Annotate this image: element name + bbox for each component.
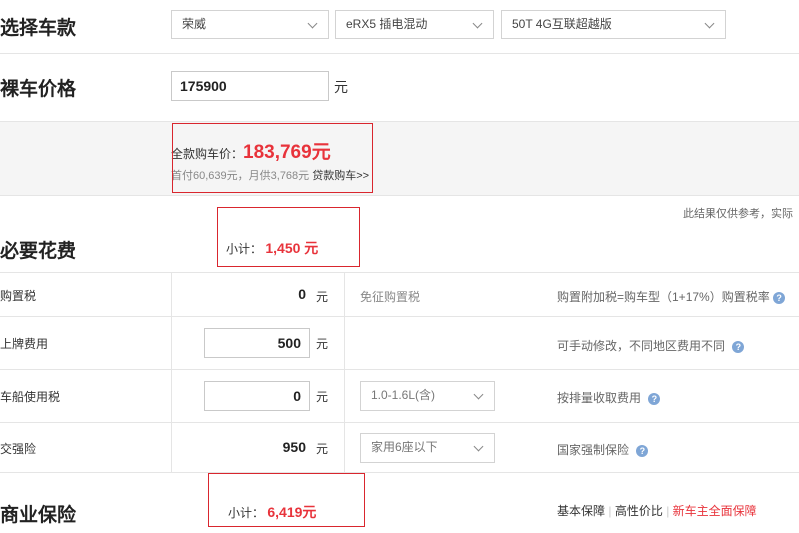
seats-select-value: 家用6座以下 — [371, 440, 438, 454]
registration-fee-input[interactable]: 500 — [204, 328, 310, 358]
price-title: 裸车价格 — [0, 79, 77, 100]
chevron-down-icon — [473, 441, 484, 452]
vehicle-tax-value: 0 — [293, 388, 301, 404]
registration-fee-note: 可手动修改，不同地区费用不同 ? — [557, 337, 745, 354]
vehicle-tax-unit: 元 — [316, 390, 329, 404]
compulsory-insurance-note: 国家强制保险 ? — [557, 441, 649, 458]
model-select[interactable]: 50T 4G互联超越版 — [501, 10, 726, 39]
column-divider — [171, 272, 172, 472]
summary-panel — [0, 121, 799, 196]
chevron-down-icon — [704, 18, 715, 29]
row-label-purchase-tax: 购置税 — [0, 289, 37, 303]
commercial-title: 商业保险 — [0, 505, 77, 526]
chevron-down-icon — [472, 18, 483, 29]
price-unit: 元 — [334, 79, 348, 95]
divider — [0, 369, 799, 370]
displacement-select[interactable]: 1.0-1.6L(含) — [360, 381, 495, 411]
divider — [0, 316, 799, 317]
seats-select[interactable]: 家用6座以下 — [360, 433, 495, 463]
divider — [0, 472, 799, 473]
series-select[interactable]: eRX5 插电混动 — [335, 10, 494, 39]
compulsory-insurance-unit: 元 — [316, 442, 329, 456]
tab-separator: | — [608, 504, 612, 518]
divider — [0, 422, 799, 423]
chevron-down-icon — [473, 389, 484, 400]
registration-fee-note-text: 可手动修改，不同地区费用不同 — [557, 339, 726, 353]
price-input[interactable]: 175900 — [171, 71, 329, 101]
highlight-box-necessary — [217, 207, 360, 267]
displacement-select-value: 1.0-1.6L(含) — [371, 388, 436, 402]
vehicle-tax-input[interactable]: 0 — [204, 381, 310, 411]
vehicle-tax-note: 按排量收取费用 ? — [557, 389, 661, 406]
compulsory-insurance-note-text: 国家强制保险 — [557, 443, 630, 457]
compulsory-insurance-value: 950 — [282, 439, 306, 455]
purchase-tax-note: 购置附加税=购车型（1+17%）购置税率 ? — [557, 288, 786, 305]
disclaimer-text: 此结果仅供参考，实际 — [683, 208, 793, 220]
row-label-registration-fee: 上牌费用 — [0, 337, 49, 351]
help-icon[interactable]: ? — [636, 444, 649, 457]
purchase-tax-note-text: 购置附加税=购车型（1+17%）购置税率 — [557, 290, 770, 304]
help-icon[interactable]: ? — [648, 392, 661, 405]
purchase-tax-option: 免征购置税 — [360, 290, 421, 304]
brand-select[interactable]: 荣威 — [171, 10, 329, 39]
necessary-title: 必要花费 — [0, 241, 77, 262]
purchase-tax-value: 0 — [298, 286, 306, 302]
tab-full-coverage[interactable]: 新车主全面保障 — [673, 504, 757, 518]
price-input-value: 175900 — [180, 78, 227, 94]
tab-separator: | — [666, 504, 670, 518]
divider — [0, 272, 799, 273]
model-select-value: 50T 4G互联超越版 — [512, 17, 612, 31]
insurance-plan-tabs: 基本保障 | 高性价比 | 新车主全面保障 — [557, 502, 757, 519]
row-label-vehicle-tax: 车船使用税 — [0, 390, 61, 404]
highlight-box-summary — [172, 123, 373, 193]
series-select-value: eRX5 插电混动 — [346, 17, 428, 31]
brand-select-value: 荣威 — [182, 17, 207, 31]
column-divider — [344, 272, 345, 472]
help-icon[interactable]: ? — [773, 291, 786, 304]
help-icon[interactable]: ? — [732, 340, 745, 353]
registration-fee-value: 500 — [277, 335, 301, 351]
divider — [0, 53, 799, 54]
tab-basic-coverage[interactable]: 基本保障 — [557, 504, 605, 518]
vehicle-tax-note-text: 按排量收取费用 — [557, 391, 642, 405]
purchase-tax-unit: 元 — [316, 290, 329, 304]
registration-fee-unit: 元 — [316, 337, 329, 351]
row-label-compulsory-insurance: 交强险 — [0, 442, 37, 456]
highlight-box-commercial — [208, 473, 365, 527]
car-select-title: 选择车款 — [0, 18, 77, 39]
chevron-down-icon — [307, 18, 318, 29]
tab-best-value[interactable]: 高性价比 — [615, 504, 663, 518]
